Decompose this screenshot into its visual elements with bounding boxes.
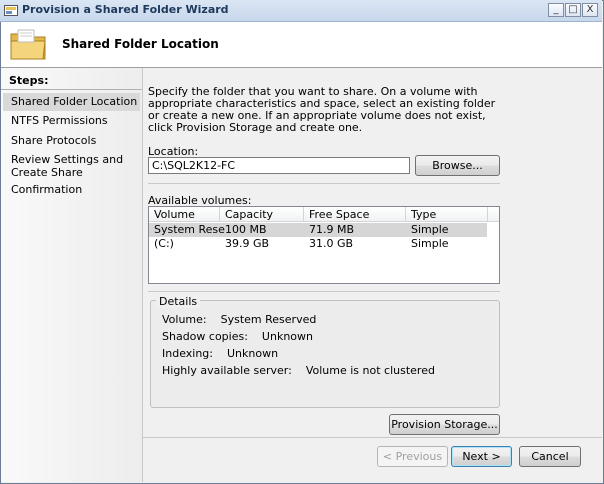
column-header-capacity[interactable]: Capacity — [220, 207, 304, 222]
step-confirmation[interactable]: Confirmation — [3, 183, 140, 196]
title-bar[interactable]: Provision a Shared Folder Wizard _ □ X — [0, 0, 602, 22]
detail-volume-label: Volume: — [162, 313, 207, 326]
previous-button[interactable]: < Previous — [377, 446, 448, 467]
cell-type: Simple — [411, 237, 449, 250]
provision-storage-button[interactable]: Provision Storage... — [389, 414, 500, 435]
footer-divider — [142, 437, 602, 438]
steps-heading: Steps: — [9, 74, 49, 87]
page-title: Shared Folder Location — [62, 37, 219, 51]
column-header-filler — [488, 207, 499, 222]
next-button[interactable]: Next > — [451, 446, 512, 467]
maximize-button[interactable]: □ — [565, 3, 581, 17]
detail-high-availability: Highly available server: Volume is not c… — [162, 364, 435, 377]
column-header-free-space[interactable]: Free Space — [304, 207, 406, 222]
shared-folder-icon — [10, 29, 46, 60]
cell-volume: System Reser... — [154, 223, 225, 236]
table-row[interactable]: System Reser... 100 MB 71.9 MB Simple — [149, 223, 487, 237]
step-share-protocols[interactable]: Share Protocols — [3, 134, 140, 147]
close-button[interactable]: X — [582, 3, 598, 17]
step-shared-folder-location[interactable]: Shared Folder Location — [3, 93, 140, 111]
detail-ha-value: Volume is not clustered — [305, 364, 435, 377]
cell-free-space: 31.0 GB — [309, 237, 354, 250]
detail-ha-label: Highly available server: — [162, 364, 292, 377]
window-title: Provision a Shared Folder Wizard — [22, 3, 229, 16]
details-legend: Details — [156, 295, 201, 308]
column-header-volume[interactable]: Volume — [149, 207, 220, 222]
step-ntfs-permissions[interactable]: NTFS Permissions — [3, 114, 140, 127]
cell-type: Simple — [411, 223, 449, 236]
cell-capacity: 100 MB — [225, 223, 267, 236]
steps-divider — [1, 89, 142, 90]
detail-shadow-value: Unknown — [261, 330, 313, 343]
cell-volume: (C:) — [154, 237, 174, 250]
cell-free-space: 71.9 MB — [309, 223, 355, 236]
cell-capacity: 39.9 GB — [225, 237, 270, 250]
wizard-app-icon — [4, 5, 18, 16]
detail-volume-value: System Reserved — [220, 313, 317, 326]
table-row[interactable]: (C:) 39.9 GB 31.0 GB Simple — [149, 237, 487, 251]
volumes-list[interactable]: Volume Capacity Free Space Type System R… — [148, 206, 500, 284]
column-header-type[interactable]: Type — [406, 207, 488, 222]
detail-shadow-copies: Shadow copies: Unknown — [162, 330, 313, 343]
wizard-header: Shared Folder Location — [1, 22, 602, 68]
section-divider — [148, 183, 500, 184]
detail-indexing-label: Indexing: — [162, 347, 213, 360]
cancel-button[interactable]: Cancel — [519, 446, 581, 467]
browse-button[interactable]: Browse... — [415, 155, 500, 176]
detail-indexing: Indexing: Unknown — [162, 347, 278, 360]
instructions-text: Specify the folder that you want to shar… — [148, 85, 496, 134]
step-review-settings[interactable]: Review Settings and Create Share — [3, 153, 133, 179]
detail-indexing-value: Unknown — [227, 347, 279, 360]
minimize-button[interactable]: _ — [548, 3, 564, 17]
section-divider — [148, 291, 500, 292]
steps-panel: Steps: Shared Folder Location NTFS Permi… — [1, 68, 143, 482]
location-input[interactable] — [148, 157, 410, 174]
detail-shadow-label: Shadow copies: — [162, 330, 248, 343]
detail-volume: Volume: System Reserved — [162, 313, 316, 326]
